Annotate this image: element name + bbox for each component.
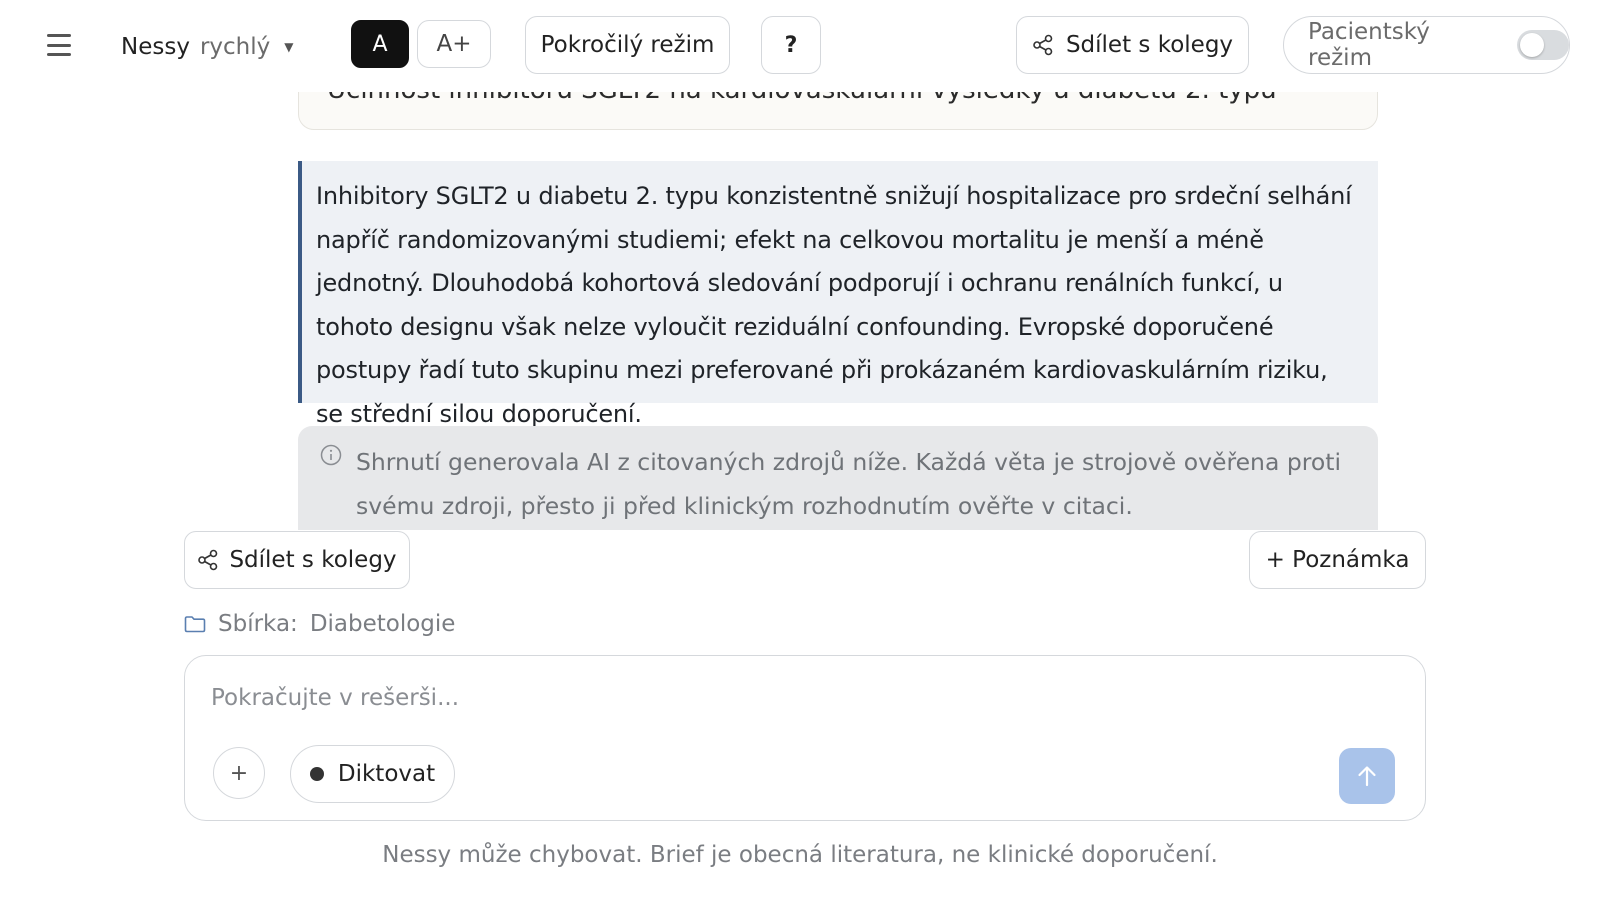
collection-indicator[interactable]: Sbírka: Diabetologie	[184, 608, 455, 640]
patient-mode-toggle[interactable]	[1517, 30, 1569, 60]
plus-icon: +	[229, 760, 249, 786]
share-with-colleagues-button[interactable]: Sdílet s kolegy	[184, 531, 410, 589]
info-icon	[320, 444, 342, 466]
patient-mode-label: Pacientský režim	[1308, 19, 1430, 71]
advanced-mode-button[interactable]: Pokročilý režim	[525, 16, 730, 74]
folder-icon	[184, 616, 206, 633]
ai-disclaimer: Shrnutí generovala AI z citovaných zdroj…	[298, 426, 1378, 530]
footer-disclaimer: Nessy může chybovat. Brief je obecná lit…	[382, 842, 1218, 868]
send-button[interactable]	[1339, 748, 1395, 804]
note-button-label: + Poznámka	[1265, 547, 1410, 573]
model-variant: rychlý	[199, 34, 271, 60]
dictate-label: Diktovat	[337, 761, 436, 787]
font-normal-label: A	[372, 31, 388, 57]
share-top-label: Sdílet s kolegy	[1065, 32, 1234, 58]
caret-down-icon: ▼	[284, 40, 294, 54]
share-icon	[1033, 34, 1053, 56]
font-large-label: A+	[436, 31, 472, 57]
dictate-button[interactable]: Diktovat	[290, 745, 455, 803]
arrow-up-icon	[1358, 766, 1376, 787]
disclaimer-text: Shrnutí generovala AI z citovaných zdroj…	[356, 448, 1342, 520]
share-button-label: Sdílet s kolegy	[229, 547, 397, 573]
app-root: Účinnost inhibitorů SGLT2 na kardiovasku…	[0, 0, 1600, 901]
patient-mode-control: Pacientský režim	[1283, 16, 1570, 74]
collection-label: Sbírka:	[218, 611, 298, 637]
answer-summary: Inhibitory SGLT2 u diabetu 2. typu konzi…	[298, 161, 1378, 428]
attach-button[interactable]: +	[213, 747, 265, 799]
font-size-large-button[interactable]: A+	[417, 20, 491, 68]
answer-text: Inhibitory SGLT2 u diabetu 2. typu konzi…	[316, 182, 1352, 428]
hamburger-icon[interactable]	[44, 30, 74, 60]
model-name: Nessy	[121, 34, 190, 60]
font-size-normal-button[interactable]: A	[351, 20, 409, 68]
toggle-knob	[1520, 33, 1544, 57]
share-icon	[198, 549, 218, 571]
collection-name: Diabetologie	[309, 611, 456, 637]
model-selector[interactable]: Nessy rychlý ▼	[121, 30, 293, 64]
advanced-mode-label: Pokročilý režim	[540, 32, 715, 58]
help-label: ?	[784, 32, 798, 58]
composer: + Diktovat	[184, 655, 1426, 821]
share-with-colleagues-top-button[interactable]: Sdílet s kolegy	[1016, 16, 1249, 74]
help-button[interactable]: ?	[761, 16, 821, 74]
top-bar: Nessy rychlý ▼ A A+ Pokročilý režim ? Sd…	[0, 0, 1600, 92]
record-dot-icon	[309, 767, 324, 781]
followup-input[interactable]	[211, 678, 1361, 718]
add-note-button[interactable]: + Poznámka	[1249, 531, 1426, 589]
